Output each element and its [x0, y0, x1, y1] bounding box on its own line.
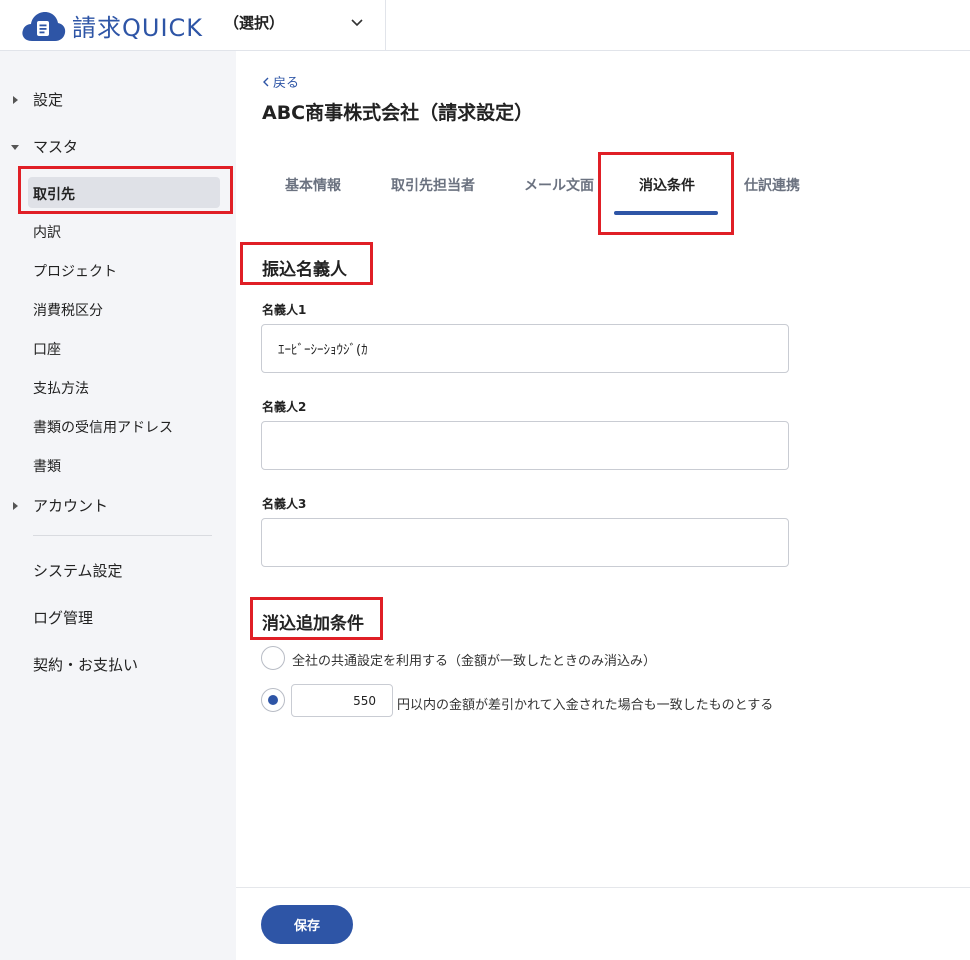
caret-down-icon: [11, 144, 19, 150]
sidebar-divider: [33, 535, 212, 536]
sidebar-group-master[interactable]: マスタ: [0, 136, 78, 157]
back-link-label: 戻る: [273, 76, 300, 91]
radio-allow-deduction[interactable]: [261, 688, 285, 712]
chevron-down-icon: [351, 19, 363, 27]
app-header: 請求QUICK （選択）: [0, 0, 970, 51]
caret-right-icon: [13, 501, 18, 510]
sidebar-link-log-management[interactable]: ログ管理: [33, 607, 93, 628]
sidebar-group-settings[interactable]: 設定: [0, 89, 63, 110]
chevron-left-icon: [263, 77, 269, 87]
sidebar-item-documents[interactable]: 書類: [33, 456, 61, 476]
company-select[interactable]: （選択）: [224, 12, 386, 38]
payer-name-1-label: 名義人1: [262, 303, 307, 317]
deduction-amount-input[interactable]: [291, 684, 393, 717]
tab-mail-text[interactable]: メール文面: [524, 175, 594, 195]
radio-use-company-setting-label: 全社の共通設定を利用する（金額が一致したときのみ消込み）: [292, 654, 657, 669]
company-select-value: （選択）: [224, 14, 285, 32]
payer-name-1-input[interactable]: [261, 324, 789, 373]
sidebar-group-label: アカウント: [33, 497, 109, 515]
sidebar-item-receive-address[interactable]: 書類の受信用アドレス: [33, 417, 173, 437]
sidebar-link-contract-payment[interactable]: 契約・お支払い: [33, 654, 138, 675]
sidebar-item-tax-category[interactable]: 消費税区分: [33, 300, 103, 320]
app-logo[interactable]: 請求QUICK: [20, 8, 203, 43]
page-title: ABC商事株式会社（請求設定）: [262, 102, 534, 124]
cloud-document-icon: [22, 11, 66, 41]
caret-right-icon: [13, 95, 18, 104]
highlight-box-section1: [240, 242, 373, 285]
header-divider: [385, 0, 386, 51]
payer-name-2-input[interactable]: [261, 421, 789, 470]
tab-client-contacts[interactable]: 取引先担当者: [391, 175, 475, 195]
payer-name-2-label: 名義人2: [262, 400, 307, 414]
tab-journal-linkage[interactable]: 仕訳連携: [744, 175, 800, 195]
sidebar-item-payment-method[interactable]: 支払方法: [33, 378, 89, 398]
sidebar-group-account[interactable]: アカウント: [0, 495, 108, 516]
back-link[interactable]: 戻る: [262, 72, 299, 91]
sidebar-item-breakdown[interactable]: 内訳: [33, 222, 61, 242]
radio-use-company-setting[interactable]: [261, 646, 285, 670]
sidebar-link-system-settings[interactable]: システム設定: [33, 560, 123, 581]
app-logo-text: 請求QUICK: [72, 14, 204, 42]
payer-name-3-label: 名義人3: [262, 497, 307, 511]
tab-basic-info[interactable]: 基本情報: [285, 175, 341, 195]
radio-allow-deduction-label: 円以内の金額が差引かれて入金された場合も一致したものとする: [397, 698, 774, 713]
sidebar-item-account[interactable]: 口座: [33, 339, 61, 359]
payer-name-3-input[interactable]: [261, 518, 789, 567]
sidebar-group-label: 設定: [33, 91, 64, 109]
save-button[interactable]: 保存: [261, 905, 353, 944]
highlight-box-sidebar: [18, 166, 233, 214]
highlight-box-tab: [598, 152, 734, 235]
highlight-box-section2: [250, 597, 383, 640]
sidebar-item-project[interactable]: プロジェクト: [33, 261, 117, 281]
sidebar-group-label: マスタ: [33, 138, 79, 156]
